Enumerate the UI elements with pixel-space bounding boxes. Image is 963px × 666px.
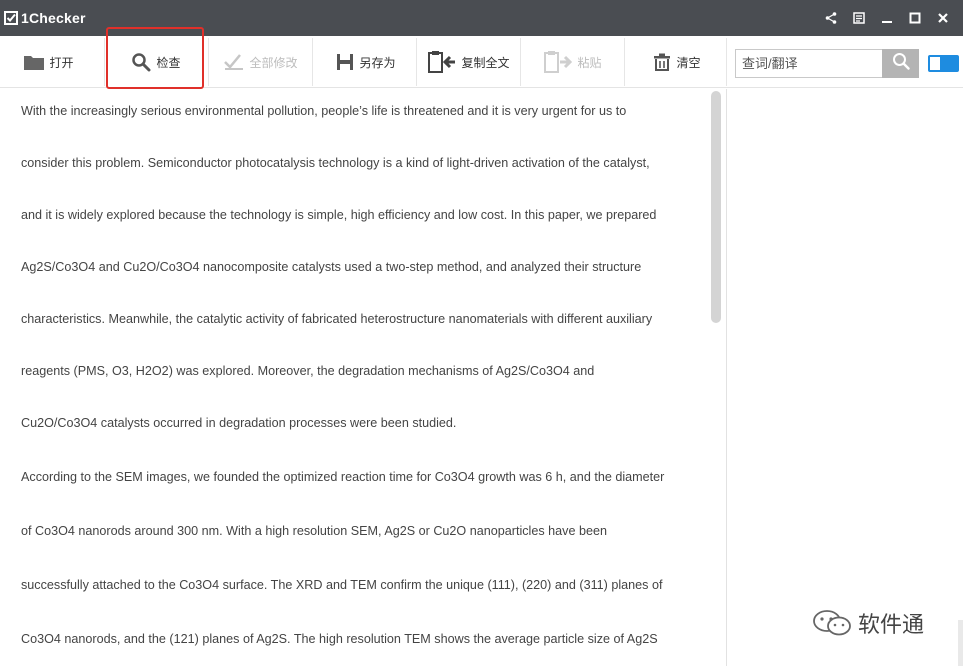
checkbox-logo-icon — [4, 11, 18, 25]
toolbar-divider — [416, 38, 417, 86]
toolbar-divider — [726, 38, 727, 86]
document-line: Ag2S/Co3O4 and Cu2O/Co3O4 nanocomposite … — [21, 260, 642, 274]
side-panel — [728, 89, 963, 666]
document-line: Co3O4 nanorods, and the (121) planes of … — [21, 632, 658, 646]
copy-clipboard-icon — [428, 51, 456, 73]
copy-all-button-label: 复制全文 — [461, 55, 510, 70]
search-button[interactable] — [882, 49, 919, 78]
panel-toggle[interactable] — [928, 55, 959, 72]
share-icon[interactable] — [817, 0, 845, 36]
wechat-icon — [812, 609, 852, 637]
document-line: Cu2O/Co3O4 catalysts occurred in degrada… — [21, 416, 457, 430]
document-line: and it is widely explored because the te… — [21, 208, 657, 222]
paste-clipboard-icon — [544, 51, 573, 73]
search-icon — [892, 52, 910, 75]
title-bar: 1Checker — [0, 0, 963, 36]
document-line: successfully attached to the Co3O4 surfa… — [21, 578, 663, 592]
toolbar-divider — [104, 38, 105, 86]
save-as-button[interactable]: 另存为 — [318, 36, 414, 88]
close-icon[interactable] — [929, 0, 957, 36]
paste-button[interactable]: 粘贴 — [524, 36, 622, 88]
search-input[interactable] — [735, 49, 883, 78]
background-window-edge — [958, 620, 963, 666]
clear-button-label: 清空 — [676, 55, 701, 70]
note-icon[interactable] — [845, 0, 873, 36]
paste-button-label: 粘贴 — [577, 55, 602, 70]
check-button[interactable]: 检查 — [110, 36, 202, 88]
open-button-label: 打开 — [49, 55, 74, 70]
trash-icon — [653, 53, 671, 71]
watermark-text: 软件通 — [858, 612, 925, 637]
document-line: characteristics. Meanwhile, the catalyti… — [21, 312, 653, 326]
minimize-icon[interactable] — [873, 0, 901, 36]
app-title: 1Checker — [21, 10, 86, 26]
toolbar-divider — [624, 38, 625, 86]
toggle-knob — [940, 57, 957, 70]
open-button[interactable]: 打开 — [10, 36, 88, 88]
document-line: With the increasingly serious environmen… — [21, 104, 627, 118]
toolbar-divider — [520, 38, 521, 86]
watermark: 软件通 — [812, 606, 924, 640]
folder-icon — [24, 54, 45, 70]
document-line: reagents (PMS, O3, H2O2) was explored. M… — [21, 364, 595, 378]
check-button-label: 检查 — [156, 55, 181, 70]
toolbar-divider — [312, 38, 313, 86]
document-line: According to the SEM images, we founded … — [21, 470, 665, 484]
copy-all-button[interactable]: 复制全文 — [420, 36, 518, 88]
document-editor[interactable]: With the increasingly serious environmen… — [0, 89, 727, 666]
fix-all-button-label: 全部修改 — [249, 55, 298, 70]
document-line: consider this problem. Semiconductor pho… — [21, 156, 650, 170]
double-check-icon — [224, 53, 244, 71]
window-controls — [817, 0, 957, 36]
fix-all-button[interactable]: 全部修改 — [212, 36, 310, 88]
magnifier-icon — [131, 52, 151, 72]
save-as-button-label: 另存为 — [359, 55, 396, 70]
document-line: of Co3O4 nanorods around 300 nm. With a … — [21, 524, 607, 538]
clear-button[interactable]: 清空 — [630, 36, 724, 88]
scrollbar-thumb[interactable] — [711, 91, 721, 323]
toolbar-divider — [208, 38, 209, 86]
floppy-disk-icon — [336, 53, 354, 71]
maximize-icon[interactable] — [901, 0, 929, 36]
